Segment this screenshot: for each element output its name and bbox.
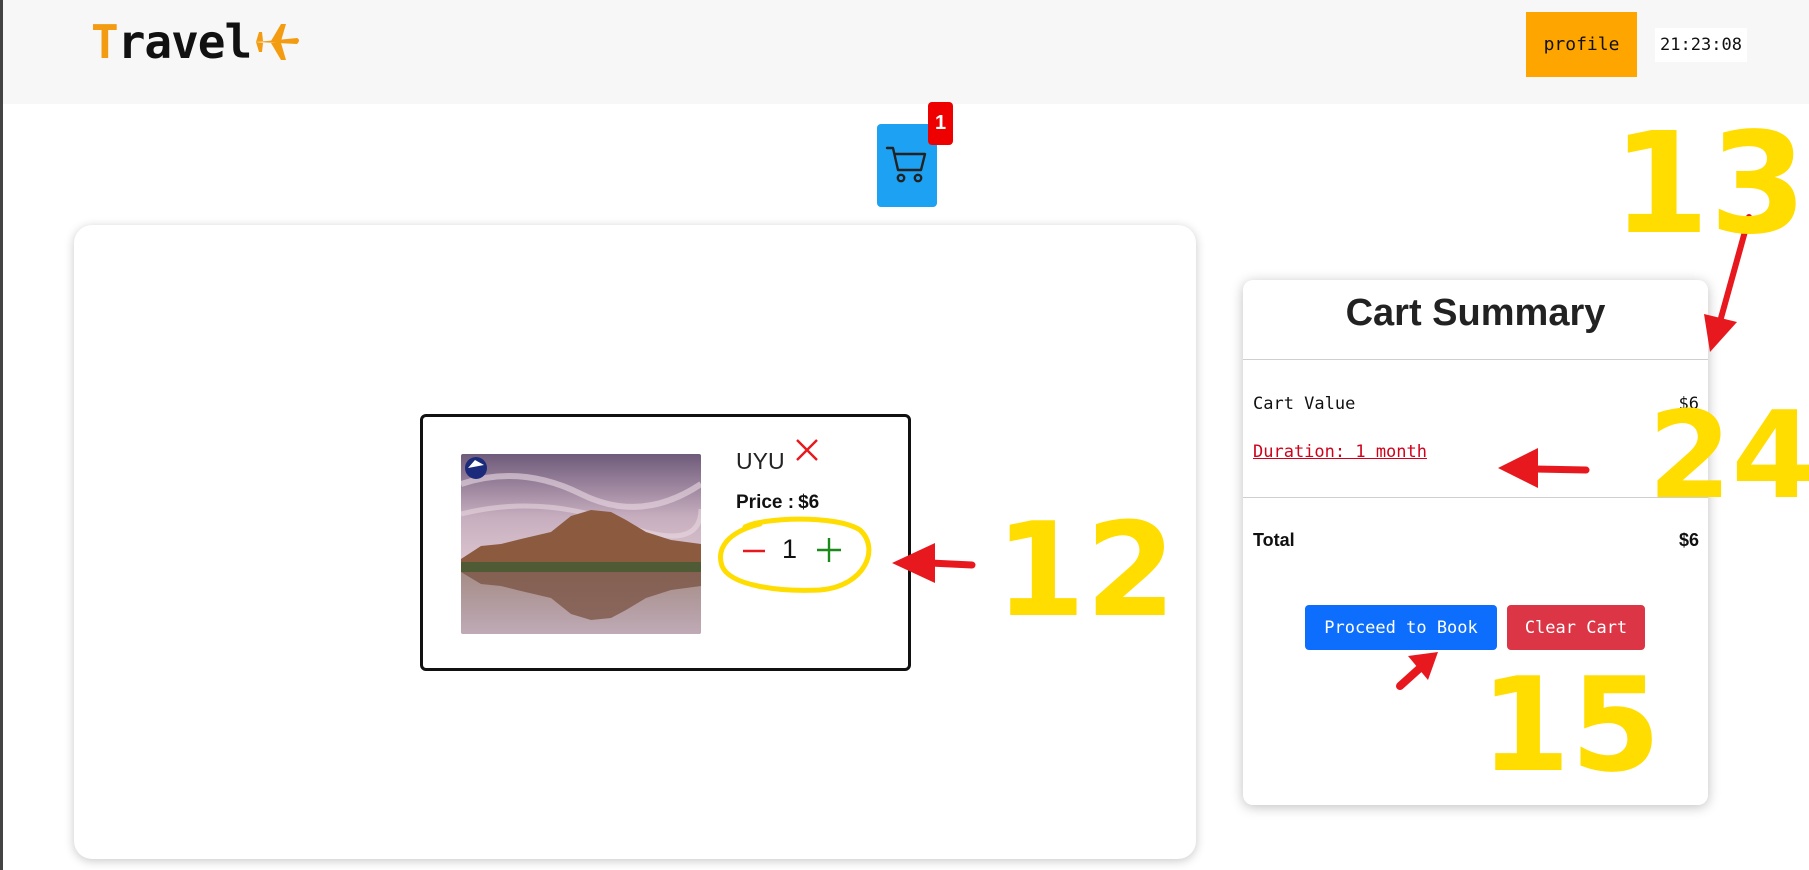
- airplane-icon: [253, 18, 301, 74]
- clock: 21:23:08: [1655, 28, 1747, 62]
- annotation-13: 13: [1612, 103, 1807, 266]
- destination-image: [461, 454, 701, 634]
- logo-text: ravel: [117, 15, 252, 69]
- logo-first-letter: T: [91, 15, 119, 69]
- cart-icon: [885, 146, 927, 183]
- logo[interactable]: Travel: [91, 14, 301, 74]
- plus-icon[interactable]: [815, 536, 843, 564]
- cart-item-card: UYU Price : $6 1: [420, 414, 911, 671]
- window-edge: [0, 0, 3, 870]
- total-label: Total: [1253, 530, 1295, 550]
- cart-count-badge: 1: [928, 102, 953, 145]
- arrow-13: [1718, 214, 1752, 321]
- navbar: Travel profile 21:23:08: [3, 0, 1809, 104]
- total-value: $6: [1678, 530, 1699, 550]
- item-price: Price : $6: [736, 492, 819, 514]
- cart-summary: Cart Summary Cart Value $6 Duration: 1 m…: [1243, 280, 1708, 805]
- quantity-stepper: 1: [741, 530, 851, 570]
- remove-item-icon[interactable]: [793, 436, 821, 464]
- summary-title: Cart Summary: [1345, 292, 1606, 334]
- divider: [1243, 359, 1708, 360]
- profile-button[interactable]: profile: [1526, 12, 1637, 77]
- item-name: UYU: [736, 448, 785, 474]
- price-value: $6: [798, 492, 820, 513]
- quantity-value: 1: [782, 534, 798, 564]
- clear-cart-button[interactable]: Clear Cart: [1507, 605, 1645, 650]
- arrow-13-head: [1704, 314, 1737, 352]
- cart-value: $6: [1678, 394, 1699, 414]
- divider: [1243, 497, 1708, 498]
- minus-icon[interactable]: [741, 538, 767, 564]
- duration-link[interactable]: Duration: 1 month: [1253, 442, 1427, 462]
- cart-value-label: Cart Value: [1253, 394, 1356, 414]
- proceed-to-book-button[interactable]: Proceed to Book: [1305, 605, 1497, 650]
- price-label: Price :: [736, 492, 795, 513]
